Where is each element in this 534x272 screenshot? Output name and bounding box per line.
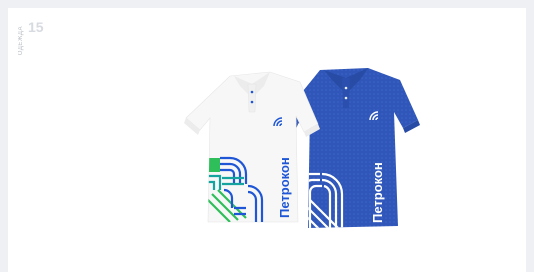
polo-shirts-illustration: Петрокон Петрокон <box>184 68 420 228</box>
blue-shirt-brand-text: Петрокон <box>370 162 385 223</box>
white-shirt-brand-text: Петрокон <box>277 157 292 218</box>
content-card: ОДЕЖДА 15 Петрокон Петрокон <box>8 8 526 272</box>
white-polo-shirt: Петрокон <box>184 71 320 223</box>
